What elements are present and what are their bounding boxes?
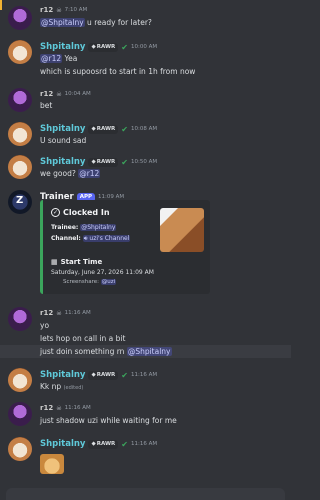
mention[interactable]: @r12 [40,54,63,63]
speaker-icon: 🔊︎ [83,235,88,242]
skull-icon: ☠ [56,90,62,98]
username[interactable]: Shpitalny [40,42,85,52]
message-header: Shpitalny ◆ RAWR ✔ 10:08 AM [40,124,157,134]
message-text: @r12 Yea [40,54,78,63]
role-badge: ◆ RAWR [88,124,119,134]
message-text: U sound sad [40,136,87,145]
avatar[interactable] [8,368,32,392]
embed-start-value: Saturday, June 27, 2026 11:09 AM [51,269,154,276]
timestamp: 11:16 AM [64,405,91,411]
message-header: r12 ☠ 11:16 AM [40,404,91,412]
message-text: yo [40,321,50,330]
paw-icon: ◆ [91,371,96,378]
message-text: we good? @r12 [40,169,101,178]
message-header: r12 ☠ 7:10 AM [40,6,87,14]
sticker-image[interactable] [40,454,64,474]
paw-icon: ◆ [91,158,96,165]
embed-channel: Channel: 🔊︎ uzi's Channel [51,235,131,242]
message-header: Shpitalny ◆ RAWR ✔ 10:50 AM [40,157,157,167]
paw-icon: ◆ [91,440,96,447]
role-badge: ◆ RAWR [88,42,119,52]
unread-marker [0,0,2,10]
embed-start-title: ▦ Start Time [51,258,103,266]
paw-icon: ◆ [91,125,96,132]
timestamp: 10:08 AM [130,126,158,132]
check-circle-icon: ✓ [51,208,60,217]
avatar[interactable] [8,307,32,331]
embed-card: ✓ Clocked In Trainee: @Shpitalny Channel… [40,200,210,294]
message-composer[interactable] [6,488,285,500]
username[interactable]: r12 [40,6,53,14]
calendar-icon: ▦ [51,258,58,266]
check-icon: ✔ [121,157,128,167]
check-icon: ✔ [121,439,128,449]
embed-screenshare: Screenshare: @uzi [63,279,117,285]
check-icon: ✔ [121,124,128,134]
message-header: Shpitalny ◆ RAWR ✔ 11:16 AM [40,439,157,449]
message-text: bet [40,101,53,110]
channel-link[interactable]: 🔊︎ uzi's Channel [82,235,131,242]
mention[interactable]: @Shpitalny [80,224,117,231]
mention[interactable]: @r12 [78,169,101,178]
embed-trainee: Trainee: @Shpitalny [51,224,117,231]
role-badge: ◆ RAWR [88,157,119,167]
message-header: r12 ☠ 10:04 AM [40,90,91,98]
message-header: Shpitalny ◆ RAWR ✔ 11:16 AM [40,370,157,380]
mention[interactable]: @Shpitalny [126,347,172,356]
skull-icon: ☠ [56,309,62,317]
mention[interactable]: @uzi [100,279,117,285]
skull-icon: ☠ [56,404,62,412]
message-text: lets hop on call in a bit [40,334,126,343]
timestamp: 7:10 AM [64,7,88,13]
role-badge: ◆ RAWR [88,370,119,380]
avatar[interactable] [8,437,32,461]
username[interactable]: r12 [40,90,53,98]
check-icon: ✔ [121,42,128,52]
check-icon: ✔ [121,370,128,380]
timestamp: 10:00 AM [130,44,158,50]
bot-avatar[interactable]: Z [8,190,32,214]
message-text: which is supoosrd to start in 1h from no… [40,67,196,76]
username[interactable]: Shpitalny [40,370,85,380]
username[interactable]: Shpitalny [40,157,85,167]
z-logo-icon: Z [16,195,24,206]
embed-title: ✓ Clocked In [51,208,110,217]
avatar[interactable] [8,6,32,30]
paw-icon: ◆ [91,43,96,50]
message-text: @Shpitalny u ready for later? [40,18,152,27]
avatar[interactable] [8,40,32,64]
message-header: r12 ☠ 11:16 AM [40,309,91,317]
avatar[interactable] [8,155,32,179]
timestamp: 11:16 AM [64,310,91,316]
message-text: just shadow uzi while waiting for me [40,416,177,425]
edited-label: (edited) [63,385,84,391]
username[interactable]: Shpitalny [40,124,85,134]
timestamp: 11:16 AM [130,441,158,447]
username[interactable]: r12 [40,404,53,412]
message-text: Kk np (edited) [40,382,84,391]
embed-thumbnail[interactable] [160,208,204,252]
mention[interactable]: @Shpitalny [40,18,85,27]
avatar[interactable] [8,122,32,146]
message-text: just doin something rn @Shpitalny [40,347,172,356]
timestamp: 10:04 AM [64,91,91,97]
message-header: Shpitalny ◆ RAWR ✔ 10:00 AM [40,42,157,52]
role-badge: ◆ RAWR [88,439,119,449]
username[interactable]: Shpitalny [40,439,85,449]
timestamp: 11:16 AM [130,372,158,378]
skull-icon: ☠ [56,6,62,14]
avatar[interactable] [8,88,32,112]
avatar[interactable] [8,402,32,426]
username[interactable]: r12 [40,309,53,317]
timestamp: 10:50 AM [130,159,158,165]
